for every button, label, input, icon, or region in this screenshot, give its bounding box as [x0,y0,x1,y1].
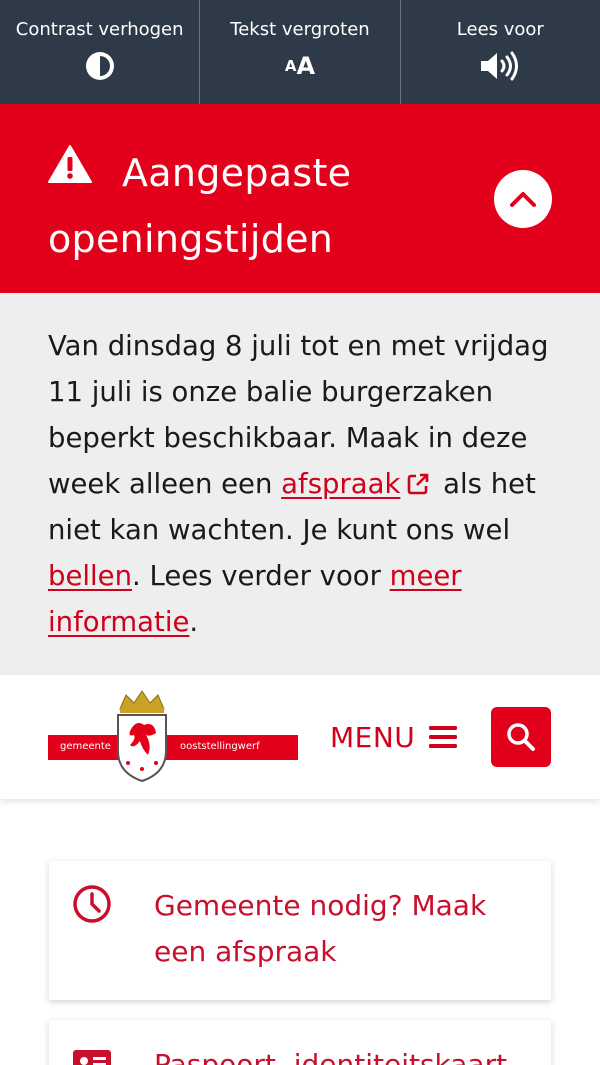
contrast-button[interactable]: Contrast verhogen [0,0,201,104]
speaker-icon [479,51,521,81]
alert-banner: Aangepaste openingstijden [0,104,600,293]
appointment-link[interactable]: afspraak [281,468,400,500]
menu-button[interactable]: MENU [330,715,458,759]
appointment-card-label: Gemeente nodig? Maak een afspraak [154,889,487,968]
text-size-icon-big: A [296,52,316,80]
text-size-icon-small: A [284,57,297,75]
read-aloud-label: Lees voor [456,19,544,40]
alert-text-part3: . Lees verder voor [132,560,390,592]
id-card-icon [73,1050,111,1065]
clock-icon [73,885,111,923]
alert-title: Aangepaste openingstijden [48,151,352,261]
menu-label: MENU [330,720,416,754]
coat-of-arms-icon [117,690,167,783]
alert-text-part4: . [189,606,199,638]
passport-card-label: Paspoort, identiteitskaart [154,1048,508,1065]
collapse-button[interactable] [494,170,552,228]
logo-text-right: ooststellingwerf [180,741,260,752]
alert-message: Van dinsdag 8 juli tot en met vrijdag 11… [48,323,568,645]
municipality-logo[interactable]: gemeente ooststellingwerf [48,689,300,785]
contrast-icon [84,51,116,81]
search-button[interactable] [491,707,551,767]
site-header: gemeente ooststellingwerf MENU [0,675,600,799]
read-aloud-button[interactable]: Lees voor [401,0,600,104]
alert-body: Van dinsdag 8 juli tot en met vrijdag 11… [0,293,600,675]
contrast-label: Contrast verhogen [15,19,184,40]
passport-card[interactable]: Paspoort, identiteitskaart [49,1020,551,1065]
external-link-icon [408,473,429,495]
chevron-up-icon [510,192,536,207]
text-size-button[interactable]: Tekst vergroten AA [200,0,401,104]
appointment-card[interactable]: Gemeente nodig? Maak een afspraak [49,861,551,1000]
call-link[interactable]: bellen [48,560,132,592]
text-size-label: Tekst vergroten [230,19,370,40]
hamburger-icon [429,726,458,748]
search-icon [507,723,535,751]
accessibility-bar: Contrast verhogen Tekst vergroten AA Lee… [0,0,600,104]
logo-text-left: gemeente [60,741,111,752]
text-size-icon: AA [285,51,315,81]
